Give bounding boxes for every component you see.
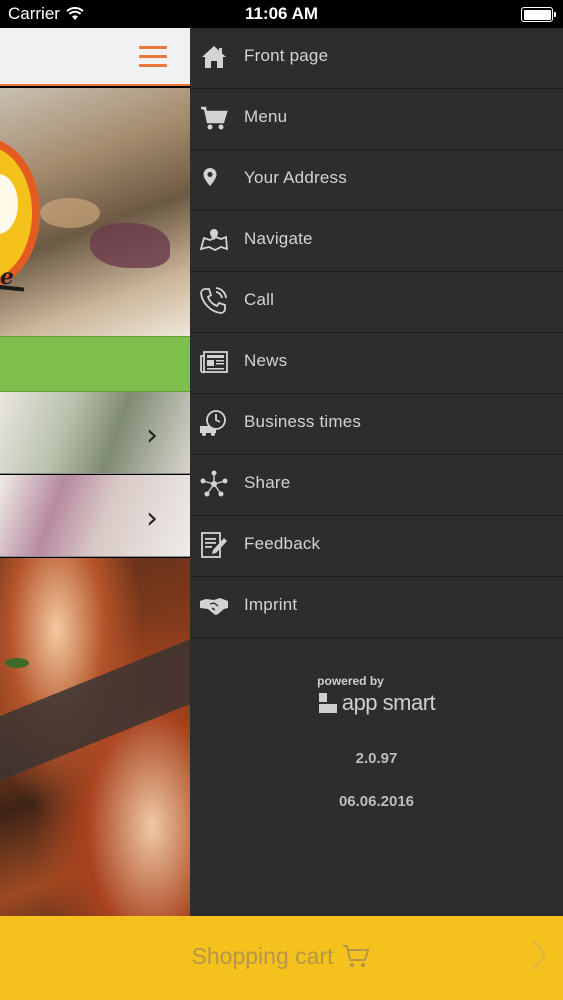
- green-action-bar[interactable]: [0, 336, 190, 392]
- phone-icon: [200, 287, 227, 314]
- shopping-cart-icon: [343, 945, 370, 968]
- menu-item-label: Share: [244, 473, 291, 492]
- app-header: [0, 28, 190, 86]
- menu-item-label: Your Address: [244, 168, 347, 187]
- status-time: 11:06 AM: [244, 4, 319, 23]
- menu-item-share[interactable]: Share: [190, 455, 563, 516]
- food-category-row[interactable]: ›: [0, 475, 190, 557]
- shopping-cart-label: Shopping cart: [191, 942, 334, 969]
- menu-item-your-address[interactable]: Your Address: [190, 150, 563, 211]
- hamburger-menu-button[interactable]: [139, 46, 167, 68]
- menu-item-label: Menu: [244, 107, 288, 126]
- side-menu: Front page Menu Your Address Navigate Ca…: [190, 28, 563, 916]
- chevron-right-icon: ›: [146, 418, 158, 453]
- brand-name: app smart: [341, 690, 436, 715]
- shopping-cart-bar[interactable]: Shopping cart: [0, 916, 563, 1000]
- menu-item-menu[interactable]: Menu: [190, 89, 563, 150]
- build-date: 06.06.2016: [338, 793, 415, 810]
- clock-truck-icon: [200, 410, 226, 436]
- chevron-right-icon: [532, 939, 547, 971]
- handshake-icon: [200, 598, 228, 615]
- menu-item-front-page[interactable]: Front page: [190, 28, 563, 89]
- newspaper-icon: [200, 351, 228, 374]
- pizza-image: [0, 558, 190, 916]
- menu-item-label: News: [244, 351, 288, 370]
- map-icon: [199, 229, 229, 252]
- menu-item-business-times[interactable]: Business times: [190, 394, 563, 455]
- app-smart-logo-icon: [318, 693, 337, 713]
- shopping-cart-content: Shopping cart: [0, 942, 563, 970]
- app-smart-logo: app smart: [190, 690, 563, 716]
- food-category-row[interactable]: ›: [0, 392, 190, 474]
- app-version: 2.0.97: [355, 750, 398, 767]
- app-content: e › ›: [0, 28, 190, 916]
- menu-item-label: Call: [244, 290, 275, 309]
- menu-item-label: Feedback: [244, 534, 321, 553]
- home-icon: [202, 46, 226, 68]
- chevron-right-icon: ›: [146, 501, 158, 536]
- status-bar: Carrier 11:06 AM: [0, 0, 563, 28]
- menu-item-label: Business times: [244, 412, 362, 431]
- menu-item-imprint[interactable]: Imprint: [190, 577, 563, 638]
- menu-item-label: Imprint: [244, 595, 298, 614]
- menu-item-label: Front page: [244, 46, 329, 65]
- shopping-cart-icon: [201, 106, 228, 130]
- menu-item-navigate[interactable]: Navigate: [190, 211, 563, 272]
- menu-item-news[interactable]: News: [190, 333, 563, 394]
- share-icon: [200, 470, 228, 497]
- powered-by-label: powered by: [317, 674, 384, 688]
- location-pin-icon: [203, 168, 217, 186]
- battery-icon: [521, 7, 556, 22]
- feedback-icon: [201, 532, 227, 558]
- menu-item-feedback[interactable]: Feedback: [190, 516, 563, 577]
- menu-item-label: Navigate: [244, 229, 313, 248]
- menu-item-call[interactable]: Call: [190, 272, 563, 333]
- hero-image: e: [0, 88, 190, 336]
